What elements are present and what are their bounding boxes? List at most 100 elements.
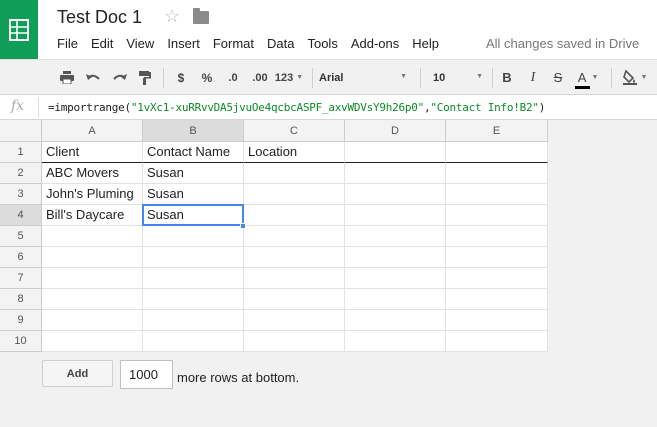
menu-file[interactable]: File bbox=[57, 36, 78, 51]
cell-a9[interactable] bbox=[42, 310, 143, 331]
cell-a3[interactable]: John's Pluming bbox=[42, 184, 143, 205]
font-size-select[interactable]: 10 ▼ bbox=[433, 68, 485, 88]
star-icon[interactable]: ☆ bbox=[164, 6, 180, 27]
cell-d3[interactable] bbox=[345, 184, 446, 205]
row-header-3[interactable]: 3 bbox=[0, 184, 42, 205]
document-title[interactable]: Test Doc 1 bbox=[57, 7, 142, 28]
menu-insert[interactable]: Insert bbox=[167, 36, 200, 51]
decrease-decimal-button[interactable]: .0 bbox=[222, 60, 244, 95]
cell-e10[interactable] bbox=[446, 331, 548, 352]
fill-handle[interactable] bbox=[240, 223, 246, 229]
cell-b8[interactable] bbox=[143, 289, 244, 310]
text-color-button[interactable]: A ▼ bbox=[573, 60, 601, 95]
formula-input[interactable]: =importrange("1vXc1-xuRRvvDA5jvuOe4qcbcA… bbox=[48, 101, 545, 114]
cell-a2[interactable]: ABC Movers bbox=[42, 163, 143, 184]
cell-c9[interactable] bbox=[244, 310, 345, 331]
cell-b2[interactable]: Susan bbox=[143, 163, 244, 184]
cell-b6[interactable] bbox=[143, 247, 244, 268]
row-header-1[interactable]: 1 bbox=[0, 142, 42, 163]
menu-view[interactable]: View bbox=[126, 36, 154, 51]
row-header-9[interactable]: 9 bbox=[0, 310, 42, 331]
cell-e5[interactable] bbox=[446, 226, 548, 247]
cell-c3[interactable] bbox=[244, 184, 345, 205]
cell-c10[interactable] bbox=[244, 331, 345, 352]
print-button[interactable] bbox=[57, 60, 77, 95]
menu-tools[interactable]: Tools bbox=[307, 36, 337, 51]
row-header-2[interactable]: 2 bbox=[0, 163, 42, 184]
more-formats-button[interactable]: 123 ▼ bbox=[273, 60, 305, 95]
menu-addons[interactable]: Add-ons bbox=[351, 36, 399, 51]
menu-data[interactable]: Data bbox=[267, 36, 294, 51]
select-all-corner[interactable] bbox=[0, 120, 42, 142]
cell-c6[interactable] bbox=[244, 247, 345, 268]
row-header-7[interactable]: 7 bbox=[0, 268, 42, 289]
cell-d9[interactable] bbox=[345, 310, 446, 331]
row-header-10[interactable]: 10 bbox=[0, 331, 42, 352]
column-header-b[interactable]: B bbox=[143, 120, 244, 142]
column-header-d[interactable]: D bbox=[345, 120, 446, 142]
menu-edit[interactable]: Edit bbox=[91, 36, 113, 51]
cell-b10[interactable] bbox=[143, 331, 244, 352]
cell-e6[interactable] bbox=[446, 247, 548, 268]
toolbar-divider bbox=[312, 68, 313, 88]
cell-a8[interactable] bbox=[42, 289, 143, 310]
cell-b5[interactable] bbox=[143, 226, 244, 247]
cell-a1[interactable]: Client bbox=[42, 142, 143, 163]
cell-b7[interactable] bbox=[143, 268, 244, 289]
fill-color-button[interactable]: ▼ bbox=[620, 60, 650, 95]
cell-b3[interactable]: Susan bbox=[143, 184, 244, 205]
folder-icon[interactable] bbox=[193, 8, 209, 24]
cell-a5[interactable] bbox=[42, 226, 143, 247]
cell-d10[interactable] bbox=[345, 331, 446, 352]
cell-c1[interactable]: Location bbox=[244, 142, 345, 163]
redo-button[interactable] bbox=[109, 60, 129, 95]
font-family-select[interactable]: Arial ▼ bbox=[319, 68, 409, 88]
increase-decimal-button[interactable]: .00 bbox=[248, 60, 272, 95]
cell-c4[interactable] bbox=[244, 205, 345, 226]
cell-b1[interactable]: Contact Name bbox=[143, 142, 244, 163]
cell-c5[interactable] bbox=[244, 226, 345, 247]
cell-e7[interactable] bbox=[446, 268, 548, 289]
cell-b9[interactable] bbox=[143, 310, 244, 331]
cell-a10[interactable] bbox=[42, 331, 143, 352]
cell-e4[interactable] bbox=[446, 205, 548, 226]
italic-button[interactable]: I bbox=[525, 60, 541, 95]
row-header-5[interactable]: 5 bbox=[0, 226, 42, 247]
cell-c7[interactable] bbox=[244, 268, 345, 289]
cell-d5[interactable] bbox=[345, 226, 446, 247]
sheets-logo[interactable] bbox=[0, 0, 38, 59]
cell-a4[interactable]: Bill's Daycare bbox=[42, 205, 143, 226]
percent-format-button[interactable]: % bbox=[198, 60, 216, 95]
cell-d6[interactable] bbox=[345, 247, 446, 268]
cell-d4[interactable] bbox=[345, 205, 446, 226]
cell-d1[interactable] bbox=[345, 142, 446, 163]
cell-a6[interactable] bbox=[42, 247, 143, 268]
cell-d8[interactable] bbox=[345, 289, 446, 310]
save-status[interactable]: All changes saved in Drive bbox=[486, 36, 639, 51]
column-header-c[interactable]: C bbox=[244, 120, 345, 142]
cell-e2[interactable] bbox=[446, 163, 548, 184]
cell-d2[interactable] bbox=[345, 163, 446, 184]
column-header-e[interactable]: E bbox=[446, 120, 548, 142]
cell-e9[interactable] bbox=[446, 310, 548, 331]
undo-button[interactable] bbox=[83, 60, 103, 95]
row-header-4[interactable]: 4 bbox=[0, 205, 42, 226]
menu-format[interactable]: Format bbox=[213, 36, 254, 51]
rows-count-input[interactable]: 1000 bbox=[120, 360, 173, 389]
cell-e3[interactable] bbox=[446, 184, 548, 205]
cell-a7[interactable] bbox=[42, 268, 143, 289]
cell-c8[interactable] bbox=[244, 289, 345, 310]
row-header-8[interactable]: 8 bbox=[0, 289, 42, 310]
currency-format-button[interactable]: $ bbox=[172, 60, 190, 95]
cell-c2[interactable] bbox=[244, 163, 345, 184]
column-header-a[interactable]: A bbox=[42, 120, 143, 142]
row-header-6[interactable]: 6 bbox=[0, 247, 42, 268]
bold-button[interactable]: B bbox=[499, 60, 515, 95]
cell-e1[interactable] bbox=[446, 142, 548, 163]
strikethrough-button[interactable]: S bbox=[550, 60, 566, 95]
cell-d7[interactable] bbox=[345, 268, 446, 289]
paint-format-button[interactable] bbox=[135, 60, 155, 95]
add-rows-button[interactable]: Add bbox=[42, 360, 113, 387]
menu-help[interactable]: Help bbox=[412, 36, 439, 51]
cell-e8[interactable] bbox=[446, 289, 548, 310]
